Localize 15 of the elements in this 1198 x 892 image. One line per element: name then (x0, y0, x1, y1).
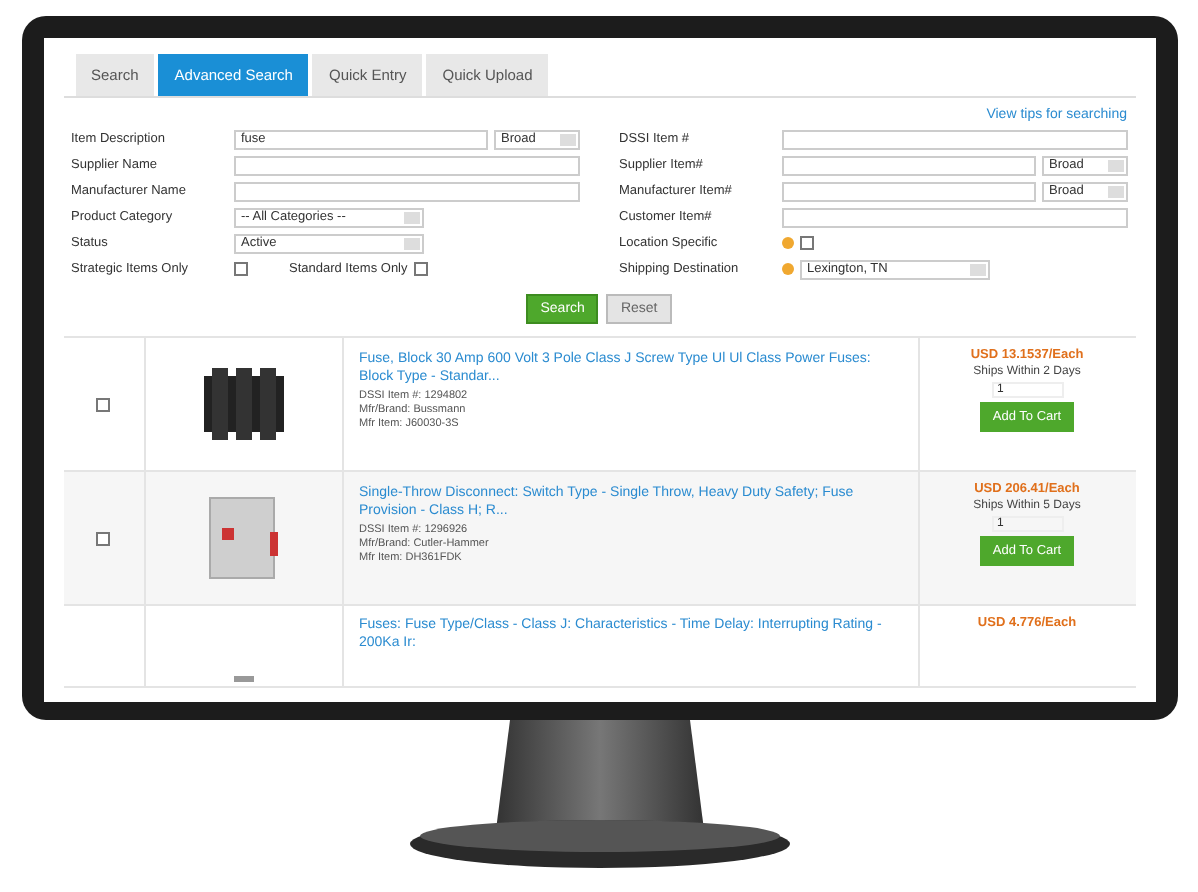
text-field[interactable] (781, 207, 1127, 227)
fuse-block-drawing (199, 364, 287, 444)
row-checkbox[interactable] (96, 531, 110, 545)
checkbox[interactable] (799, 236, 813, 250)
text-field[interactable] (781, 129, 1127, 149)
text-field[interactable] (781, 181, 1035, 201)
text-field[interactable] (233, 155, 579, 175)
checkbox[interactable] (413, 262, 428, 276)
row-checkbox[interactable] (96, 397, 110, 411)
text-field[interactable] (233, 181, 579, 201)
text-field[interactable] (781, 155, 1035, 175)
product-thumbnail-icon (231, 670, 255, 686)
help-icon[interactable] (781, 262, 793, 276)
help-icon[interactable] (781, 236, 793, 250)
checkbox[interactable] (233, 262, 247, 276)
